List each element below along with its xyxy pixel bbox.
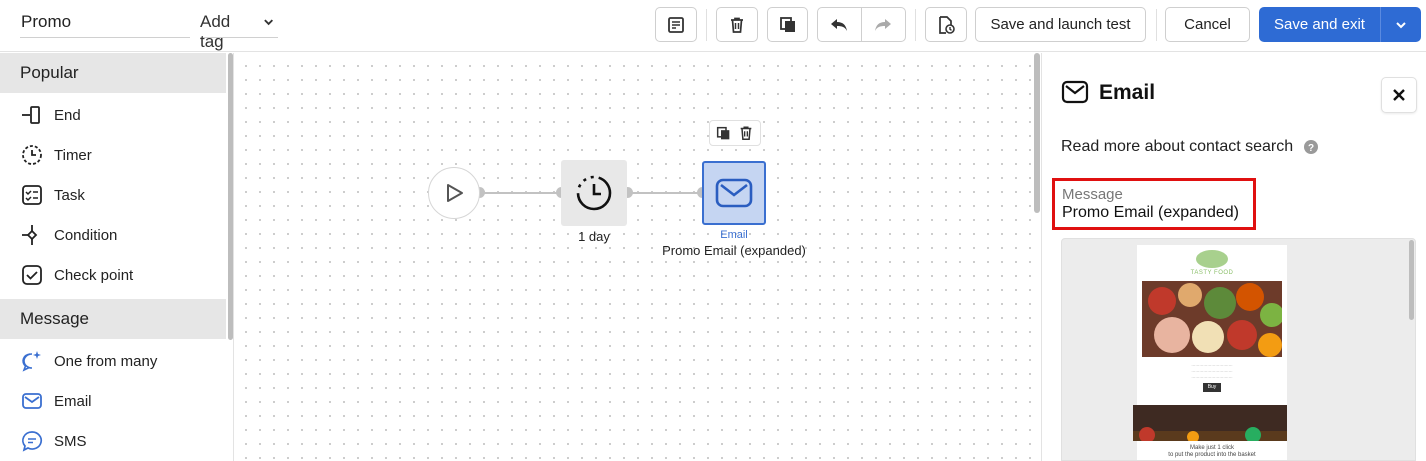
close-panel-button[interactable] — [1381, 77, 1417, 113]
promo-banner — [1133, 405, 1287, 441]
condition-icon — [20, 223, 44, 247]
palette-item-timer[interactable]: Timer — [0, 135, 226, 175]
trash-icon[interactable] — [738, 125, 754, 141]
test-history-button[interactable] — [925, 7, 967, 42]
canvas-scrollbar[interactable] — [1034, 53, 1040, 213]
start-node[interactable] — [428, 167, 480, 219]
palette-item-label: Task — [54, 186, 85, 204]
play-icon — [447, 184, 463, 202]
node-toolbar — [709, 120, 761, 146]
undo-redo-group — [817, 7, 906, 42]
palette-item-condition[interactable]: Condition — [0, 215, 226, 255]
read-more-label: Read more about contact search — [1061, 138, 1294, 155]
read-more-link[interactable]: Read more about contact search ? — [1061, 138, 1319, 156]
brand-logo — [1196, 250, 1228, 268]
end-icon — [20, 103, 44, 127]
palette-item-one-from-many[interactable]: One from many — [0, 341, 226, 381]
save-and-exit-button[interactable]: Save and exit — [1259, 7, 1380, 42]
palette-item-label: One from many — [54, 352, 158, 370]
flow-name-input[interactable]: Promo — [20, 12, 190, 38]
flow-canvas[interactable] — [235, 53, 1040, 461]
brand-name: TASTY FOOD — [1190, 270, 1234, 276]
palette-item-task[interactable]: Task — [0, 175, 226, 215]
email-preview[interactable]: TASTY FOOD ·····························… — [1061, 238, 1416, 461]
email-node[interactable] — [702, 161, 766, 225]
palette-item-label: Email — [54, 392, 92, 410]
svg-text:?: ? — [1308, 143, 1314, 154]
preview-buy-button: Buy — [1203, 383, 1221, 392]
preview-footer-line1: Make just 1 click — [1189, 445, 1234, 451]
add-tag-dropdown[interactable]: Add tag — [200, 12, 278, 51]
palette-item-label: Condition — [54, 226, 118, 244]
chevron-down-icon — [263, 19, 273, 26]
message-label: Message — [1062, 186, 1123, 203]
checkpoint-icon — [20, 263, 44, 287]
help-icon: ? — [1304, 140, 1319, 154]
palette-item-label: Check point — [54, 266, 134, 284]
redo-button[interactable] — [862, 8, 906, 41]
timer-icon — [576, 175, 612, 211]
divider — [1156, 9, 1157, 41]
save-and-launch-test-button[interactable]: Save and launch test — [975, 7, 1146, 42]
palette-item-sms[interactable]: SMS — [0, 421, 226, 461]
delete-button[interactable] — [716, 7, 758, 42]
note-icon — [668, 16, 684, 33]
connector-line — [627, 192, 702, 194]
palette-section-message: Message — [0, 299, 226, 339]
preview-scrollbar[interactable] — [1409, 240, 1414, 320]
chevron-down-icon — [1396, 21, 1406, 28]
divider — [706, 9, 707, 41]
element-palette: Popular End Timer Task Condition Check p… — [0, 53, 234, 461]
add-tag-label: Add tag — [200, 12, 231, 51]
envelope-icon — [1061, 80, 1089, 104]
palette-item-label: SMS — [54, 432, 87, 450]
divider — [915, 9, 916, 41]
message-field[interactable]: Message Promo Email (expanded) — [1052, 178, 1256, 230]
timer-node[interactable] — [561, 160, 627, 226]
undo-button[interactable] — [818, 8, 862, 41]
email-node-type: Email — [720, 229, 748, 241]
cancel-button[interactable]: Cancel — [1165, 7, 1250, 42]
timer-icon — [20, 143, 44, 167]
palette-item-check-point[interactable]: Check point — [0, 255, 226, 295]
redo-icon — [875, 18, 892, 31]
message-value: Promo Email (expanded) — [1062, 204, 1239, 221]
preview-footer-line2: to put the product into the basket — [1168, 452, 1256, 458]
undo-icon — [831, 18, 848, 31]
document-clock-icon — [939, 15, 955, 34]
palette-item-label: End — [54, 106, 81, 124]
email-preview-document: TASTY FOOD ·····························… — [1133, 245, 1287, 460]
timer-node-label: 1 day — [578, 229, 610, 244]
chat-bubble-icon — [20, 429, 44, 453]
sparkle-chat-icon — [20, 349, 44, 373]
panel-title: Email — [1099, 81, 1156, 104]
envelope-icon — [20, 389, 44, 413]
palette-item-end[interactable]: End — [0, 95, 226, 135]
task-icon — [20, 183, 44, 207]
connector-line — [480, 192, 561, 194]
duplicate-button[interactable] — [767, 7, 808, 42]
envelope-icon — [715, 178, 753, 208]
save-options-dropdown[interactable] — [1380, 7, 1421, 42]
copy-icon — [779, 16, 795, 32]
close-icon — [1393, 89, 1405, 101]
notes-button[interactable] — [655, 7, 697, 42]
save-and-exit-split-button: Save and exit — [1259, 7, 1421, 42]
palette-item-label: Timer — [54, 146, 92, 164]
copy-icon[interactable] — [716, 126, 731, 141]
food-image — [1142, 281, 1282, 357]
email-node-name: Promo Email (expanded) — [662, 243, 806, 258]
trash-icon — [731, 17, 743, 33]
palette-scrollbar[interactable] — [228, 53, 233, 340]
palette-item-email[interactable]: Email — [0, 381, 226, 421]
palette-section-popular: Popular — [0, 53, 226, 93]
